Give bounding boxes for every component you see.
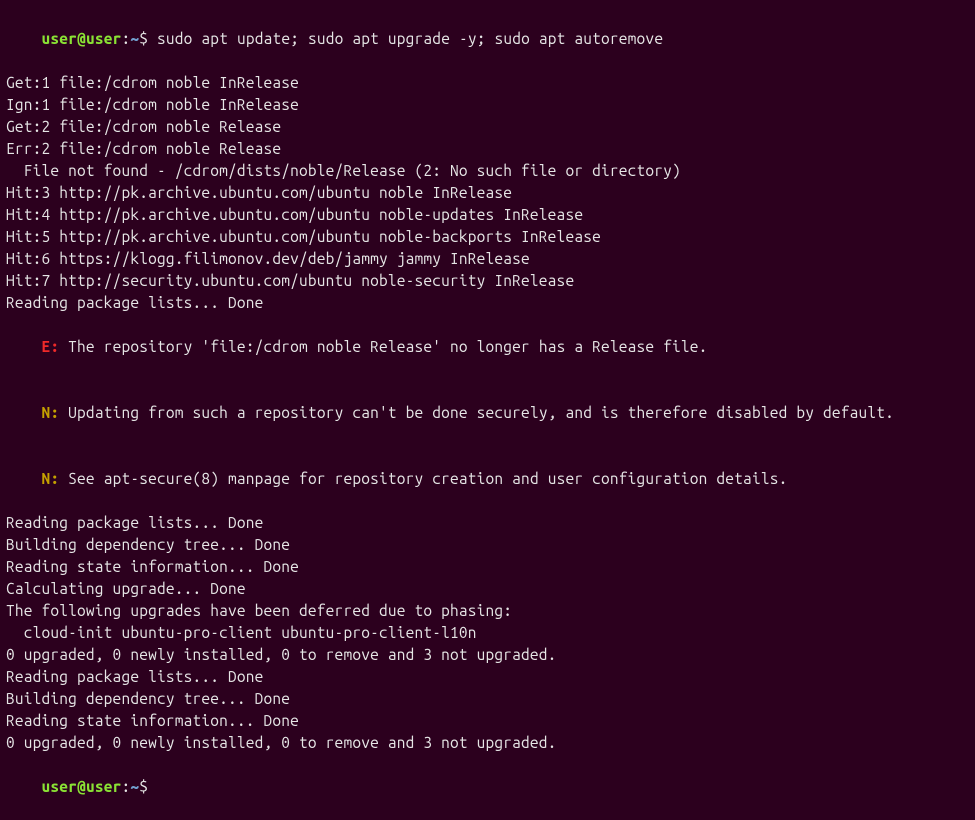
prompt-host: user [86, 778, 122, 795]
output-line: Calculating upgrade... Done [6, 578, 969, 600]
output-line: Hit:6 https://klogg.filimonov.dev/deb/ja… [6, 248, 969, 270]
output-line: Reading package lists... Done [6, 292, 969, 314]
error-line: E: The repository 'file:/cdrom noble Rel… [6, 314, 969, 380]
output-line: Building dependency tree... Done [6, 688, 969, 710]
output-line: File not found - /cdrom/dists/noble/Rele… [6, 160, 969, 182]
prompt-user: user [42, 30, 78, 47]
output-line: Hit:3 http://pk.archive.ubuntu.com/ubunt… [6, 182, 969, 204]
notice-tag: N: [42, 404, 60, 421]
prompt-dollar: $ [139, 30, 157, 47]
error-text: The repository 'file:/cdrom noble Releas… [59, 338, 707, 355]
terminal-window[interactable]: user@user:~$ sudo apt update; sudo apt u… [6, 6, 969, 820]
prompt-at: @ [77, 778, 86, 795]
prompt-line-1: user@user:~$ sudo apt update; sudo apt u… [6, 6, 969, 72]
output-line: Reading state information... Done [6, 710, 969, 732]
notice-line-1: N: Updating from such a repository can't… [6, 380, 969, 446]
prompt-user: user [42, 778, 78, 795]
prompt-colon: : [121, 778, 130, 795]
output-line: The following upgrades have been deferre… [6, 600, 969, 622]
output-line: cloud-init ubuntu-pro-client ubuntu-pro-… [6, 622, 969, 644]
prompt-host: user [86, 30, 122, 47]
notice-line-2: N: See apt-secure(8) manpage for reposit… [6, 446, 969, 512]
output-line: Hit:7 http://security.ubuntu.com/ubuntu … [6, 270, 969, 292]
output-line: Hit:5 http://pk.archive.ubuntu.com/ubunt… [6, 226, 969, 248]
output-line: Ign:1 file:/cdrom noble InRelease [6, 94, 969, 116]
notice-tag: N: [42, 470, 60, 487]
prompt-path: ~ [130, 30, 139, 47]
prompt-line-2[interactable]: user@user:~$ [6, 754, 969, 820]
notice-text: Updating from such a repository can't be… [59, 404, 894, 421]
error-tag: E: [42, 338, 60, 355]
output-line: Reading package lists... Done [6, 512, 969, 534]
notice-text: See apt-secure(8) manpage for repository… [59, 470, 787, 487]
command-text: sudo apt update; sudo apt upgrade -y; su… [157, 30, 663, 47]
prompt-path: ~ [130, 778, 139, 795]
output-line: Get:2 file:/cdrom noble Release [6, 116, 969, 138]
output-line: Err:2 file:/cdrom noble Release [6, 138, 969, 160]
prompt-dollar: $ [139, 778, 148, 795]
output-line: Reading state information... Done [6, 556, 969, 578]
prompt-at: @ [77, 30, 86, 47]
output-line: 0 upgraded, 0 newly installed, 0 to remo… [6, 732, 969, 754]
cursor-icon [150, 778, 159, 795]
output-line: Building dependency tree... Done [6, 534, 969, 556]
output-line: Reading package lists... Done [6, 666, 969, 688]
output-line: Hit:4 http://pk.archive.ubuntu.com/ubunt… [6, 204, 969, 226]
output-line: Get:1 file:/cdrom noble InRelease [6, 72, 969, 94]
output-line: 0 upgraded, 0 newly installed, 0 to remo… [6, 644, 969, 666]
